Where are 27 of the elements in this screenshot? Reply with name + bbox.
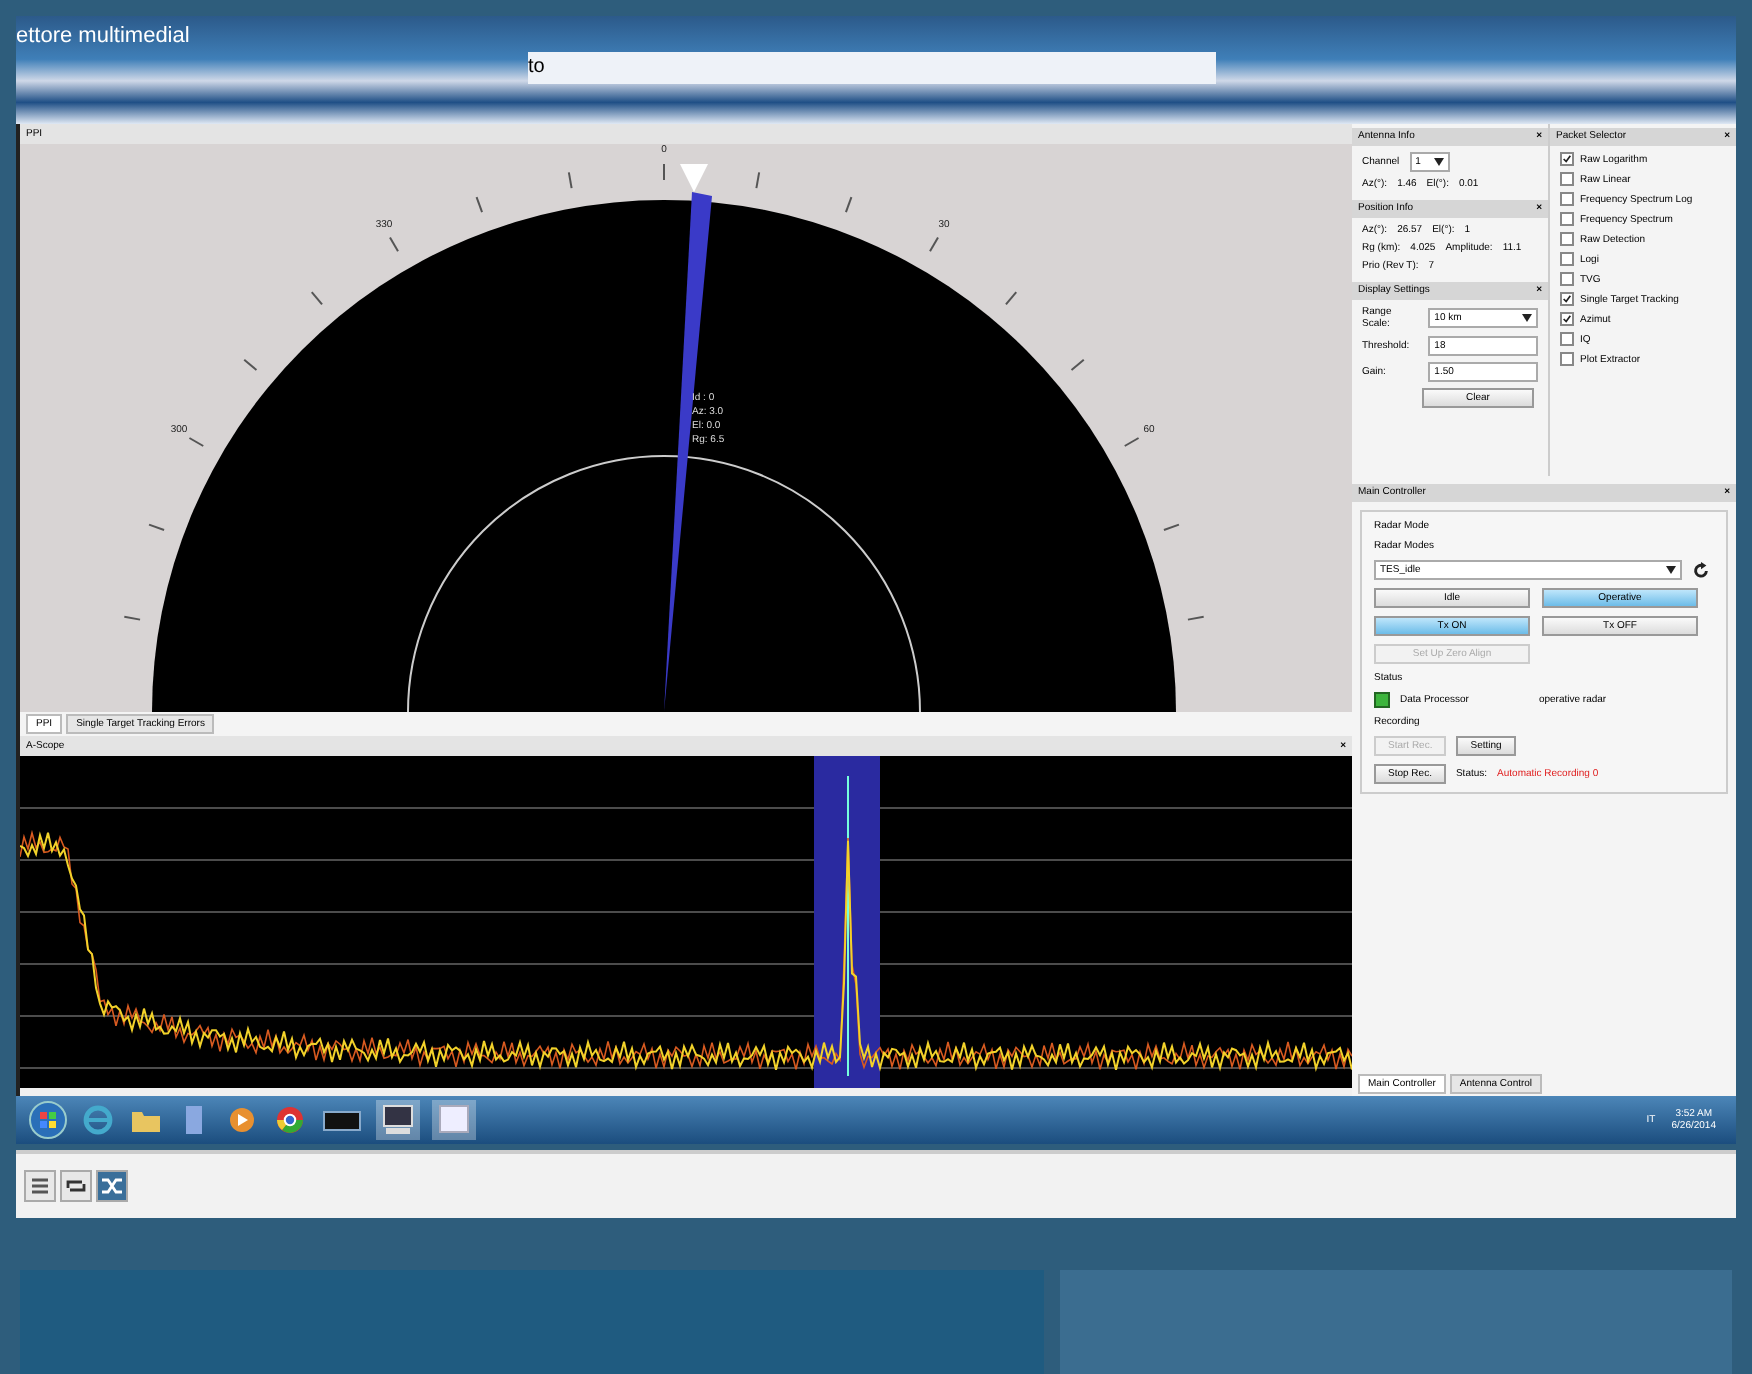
monitor-icon[interactable] — [376, 1100, 420, 1140]
checkbox[interactable] — [1560, 252, 1574, 266]
checkbox[interactable] — [1560, 292, 1574, 306]
checkbox[interactable] — [1560, 272, 1574, 286]
window-icon[interactable] — [432, 1100, 476, 1140]
playlist-button[interactable] — [24, 1170, 56, 1202]
refresh-icon[interactable] — [1692, 561, 1710, 579]
address-bar[interactable]: to — [528, 52, 1216, 84]
browser-icon[interactable] — [272, 1102, 308, 1138]
repeat-button[interactable] — [60, 1170, 92, 1202]
shuffle-icon — [100, 1174, 124, 1198]
checkbox[interactable] — [1560, 192, 1574, 206]
caret-icon — [1433, 158, 1444, 166]
checkbox[interactable] — [1560, 332, 1574, 346]
list-icon — [28, 1174, 52, 1198]
media-player-icon[interactable] — [224, 1102, 260, 1138]
caret-icon — [1666, 566, 1676, 574]
checkbox[interactable] — [1560, 212, 1574, 226]
checkbox[interactable] — [1560, 352, 1574, 366]
caret-icon — [1522, 314, 1532, 322]
checkbox[interactable] — [1560, 232, 1574, 246]
checkbox[interactable] — [1560, 172, 1574, 186]
player-title: ettore multimedial — [16, 24, 190, 48]
checkbox[interactable] — [1560, 152, 1574, 166]
start-button[interactable] — [28, 1100, 68, 1140]
shuffle-button[interactable] — [96, 1170, 128, 1202]
checkbox[interactable] — [1560, 312, 1574, 326]
